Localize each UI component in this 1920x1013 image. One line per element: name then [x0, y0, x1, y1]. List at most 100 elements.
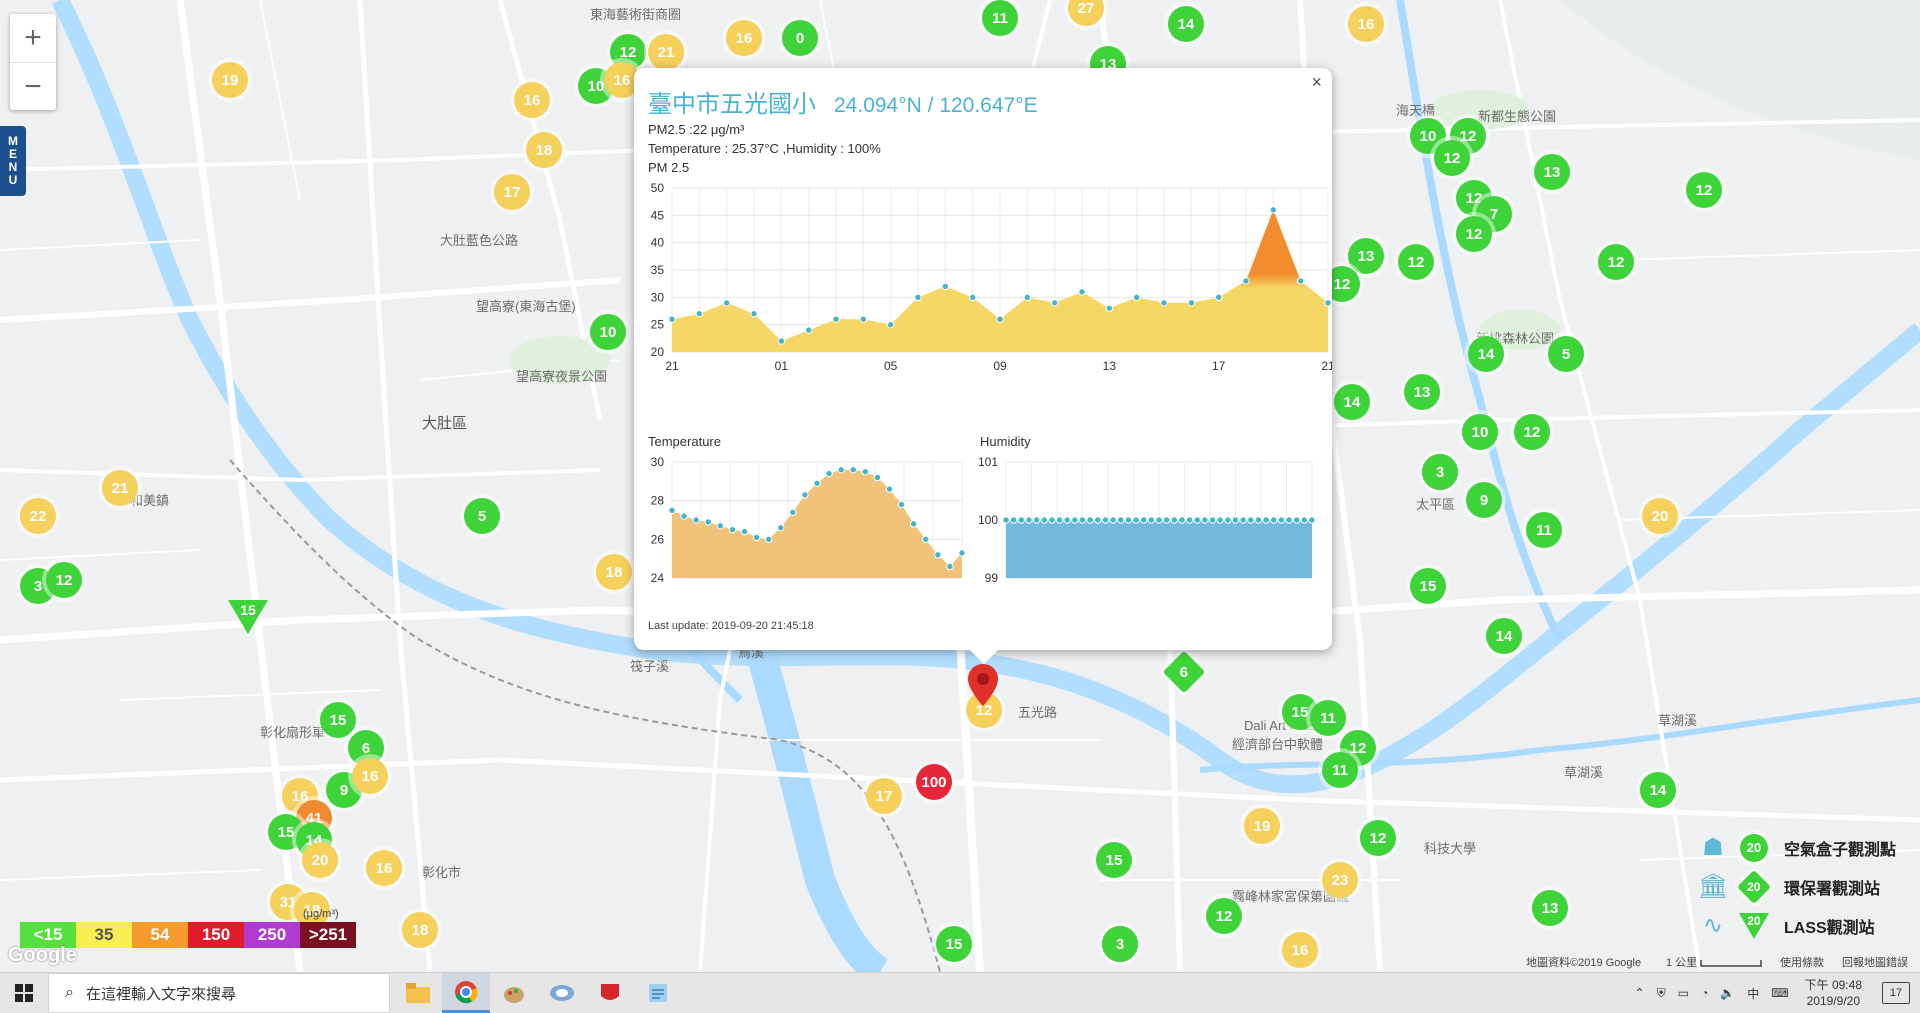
airbox-station-marker[interactable]: 14 — [1468, 336, 1504, 372]
airbox-station-marker[interactable]: 18 — [526, 132, 562, 168]
chrome-icon[interactable] — [442, 973, 490, 1013]
airbox-station-marker[interactable]: 19 — [212, 62, 248, 98]
airbox-station-marker[interactable]: 14 — [1486, 618, 1522, 654]
airbox-station-marker[interactable]: 20 — [302, 842, 338, 878]
airbox-station-marker[interactable]: 11 — [1322, 752, 1358, 788]
legend-row: ∿ 20 LASS觀測站 — [1690, 906, 1920, 945]
airbox-station-marker[interactable]: 16 — [514, 82, 550, 118]
airbox-station-marker[interactable]: 20 — [1642, 498, 1678, 534]
legend-marker: 20 — [1736, 912, 1772, 939]
airbox-station-marker[interactable]: 9 — [1466, 482, 1502, 518]
windows-taskbar: ⌕ 在這裡輸入文字來搜尋 ⌃ ⛨ ▭ ◔ 🔈 中 ⌨ 下午 09:48 2019… — [0, 972, 1920, 1013]
airbox-station-marker[interactable]: 15 — [320, 702, 356, 738]
airbox-station-marker[interactable]: 14 — [1334, 384, 1370, 420]
zoom-out-button[interactable]: − — [10, 63, 56, 111]
airbox-station-marker[interactable]: 12 — [1456, 216, 1492, 252]
airbox-station-marker[interactable]: 21 — [648, 34, 684, 70]
report-error-link[interactable]: 回報地圖錯誤 — [1842, 954, 1908, 970]
network-icon[interactable]: ◔ — [1701, 986, 1708, 1000]
airbox-station-marker[interactable]: 16 — [366, 850, 402, 886]
airbox-station-marker[interactable]: 12 — [1514, 414, 1550, 450]
airbox-station-marker[interactable]: 5 — [1548, 336, 1584, 372]
scale-level: 35 — [76, 922, 132, 948]
airbox-station-marker[interactable]: 16 — [1282, 932, 1318, 968]
airbox-station-marker[interactable]: 10 — [1462, 414, 1498, 450]
ime-indicator[interactable]: 中 — [1747, 985, 1759, 1002]
red-app-icon[interactable] — [586, 973, 634, 1013]
start-button[interactable] — [0, 973, 48, 1013]
airbox-station-marker[interactable]: 21 — [102, 470, 138, 506]
airbox-station-marker[interactable]: 18 — [402, 912, 438, 948]
airbox-station-marker[interactable]: 19 — [1244, 808, 1280, 844]
data-point — [1124, 516, 1133, 524]
data-point — [801, 491, 809, 499]
scale-level: 150 — [188, 922, 244, 948]
airbox-station-marker[interactable]: 11 — [1526, 512, 1562, 548]
notification-icon[interactable]: 17 — [1882, 982, 1910, 1004]
close-icon[interactable]: × — [1311, 72, 1322, 93]
airbox-station-marker[interactable]: 0 — [782, 20, 818, 56]
airbox-station-marker[interactable]: 12 — [1398, 244, 1434, 280]
volume-icon[interactable]: 🔈 — [1720, 986, 1735, 1000]
airbox-station-marker[interactable]: 16 — [726, 20, 762, 56]
data-point — [886, 320, 895, 329]
chevron-up-icon[interactable]: ⌃ — [1635, 986, 1645, 1000]
x-tick-label: 21 — [665, 359, 679, 373]
airbox-station-marker[interactable]: 12 — [1686, 172, 1722, 208]
airbox-station-marker[interactable]: 11 — [1310, 700, 1346, 736]
airbox-station-marker[interactable]: 3 — [1102, 926, 1138, 962]
airbox-station-marker[interactable]: 13 — [1534, 154, 1570, 190]
airbox-station-marker[interactable]: 12 — [1206, 898, 1242, 934]
map-canvas[interactable]: 東海藝術街商圈 大肚區 大肚藍色公路 望高寮(東海古堡) 望高寮夜景公園 和美鎮 彰化扇形車… — [0, 0, 1920, 972]
airbox-station-marker[interactable]: 12 — [1360, 820, 1396, 856]
station-type-legend: ☗ 20 空氣盒子觀測點 🏛 20 環保署觀測站 ∿ 20 LASS觀測站 — [1690, 828, 1920, 945]
airbox-station-marker[interactable]: 16 — [352, 758, 388, 794]
airbox-station-marker[interactable]: 13 — [1404, 374, 1440, 410]
taskbar-search-box[interactable]: ⌕ 在這裡輸入文字來搜尋 — [48, 973, 390, 1013]
airbox-station-marker[interactable]: 13 — [1348, 238, 1384, 274]
popup-title: 臺中市五光國小 24.094°N / 120.647°E — [648, 84, 1038, 119]
taskbar-clock[interactable]: 下午 09:48 2019/9/20 — [1805, 977, 1862, 1009]
paint-app-icon[interactable] — [490, 973, 538, 1013]
legend-row: 🏛 20 環保署觀測站 — [1690, 867, 1920, 906]
zoom-control: + − — [10, 14, 56, 110]
file-explorer-icon[interactable] — [394, 973, 442, 1013]
data-point — [914, 293, 922, 302]
airbox-station-marker[interactable]: 10 — [590, 314, 626, 350]
airbox-station-marker[interactable]: 5 — [464, 498, 500, 534]
airbox-station-marker[interactable]: 12 — [46, 562, 82, 598]
data-point — [1170, 516, 1179, 524]
data-point — [968, 293, 977, 302]
y-tick-label: 30 — [651, 290, 665, 304]
airbox-station-marker[interactable]: 3 — [1422, 454, 1458, 490]
keyboard-icon[interactable]: ⌨ — [1771, 986, 1788, 1000]
zoom-in-button[interactable]: + — [10, 14, 56, 63]
location-pin-icon[interactable] — [968, 664, 998, 706]
map-place-label: 科技大學 — [1424, 841, 1477, 856]
airbox-station-marker[interactable]: 17 — [494, 174, 530, 210]
airbox-station-marker[interactable]: 23 — [1322, 862, 1358, 898]
airbox-station-marker[interactable]: 15 — [1410, 568, 1446, 604]
airbox-station-marker[interactable]: 22 — [20, 498, 56, 534]
snipping-tool-icon[interactable] — [538, 973, 586, 1013]
terms-link[interactable]: 使用條款 — [1780, 954, 1824, 970]
airbox-station-marker[interactable]: 100 — [916, 764, 952, 800]
airbox-station-marker[interactable]: 12 — [1598, 244, 1634, 280]
notepad-icon[interactable] — [634, 973, 682, 1013]
data-point — [1050, 299, 1059, 307]
airbox-station-marker[interactable]: 14 — [1640, 772, 1676, 808]
battery-icon[interactable]: ▭ — [1678, 986, 1689, 1000]
airbox-station-marker[interactable]: 18 — [596, 554, 632, 590]
airbox-station-marker[interactable]: 15 — [1096, 842, 1132, 878]
airbox-station-marker[interactable]: 12 — [1434, 140, 1470, 176]
map-data-attribution[interactable]: 地圖資料©2019 Google — [1526, 954, 1641, 970]
airbox-station-marker[interactable]: 11 — [982, 0, 1018, 36]
airbox-station-marker[interactable]: 13 — [1532, 890, 1568, 926]
airbox-station-marker[interactable]: 15 — [936, 926, 972, 962]
airbox-station-marker[interactable]: 16 — [1348, 6, 1384, 42]
airbox-station-marker[interactable]: 14 — [1168, 6, 1204, 42]
menu-tab[interactable]: M E N U — [0, 126, 26, 196]
lass-station-marker[interactable]: 15 — [228, 600, 268, 634]
airbox-station-marker[interactable]: 17 — [866, 778, 902, 814]
security-icon[interactable]: ⛨ — [1657, 986, 1666, 1001]
